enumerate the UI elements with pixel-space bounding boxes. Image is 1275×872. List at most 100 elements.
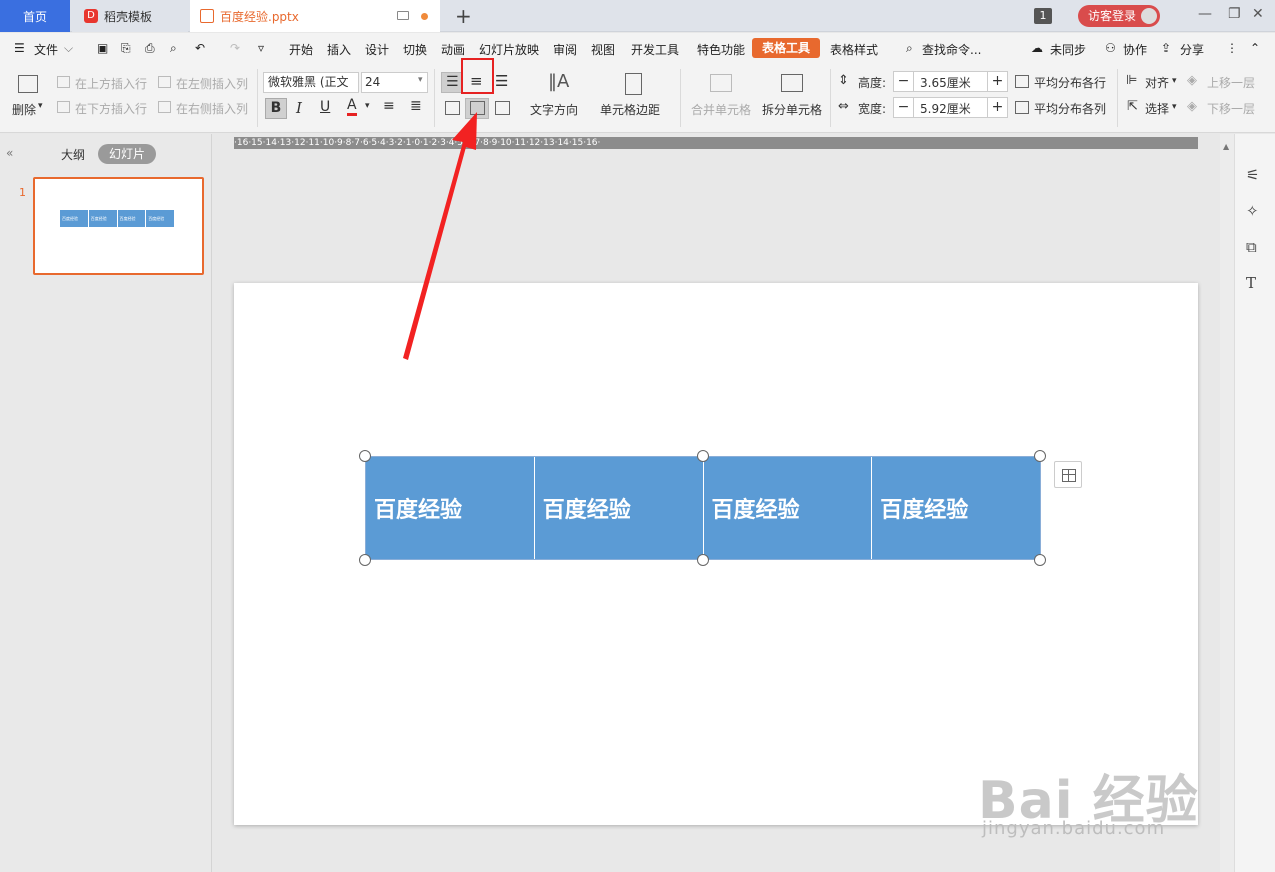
slide-thumbnail[interactable]: 百度经验 百度经验 百度经验 百度经验	[33, 177, 204, 275]
menu-developer[interactable]: 开发工具	[631, 41, 679, 58]
shape-icon[interactable]: ⧉	[1246, 238, 1257, 256]
search-command[interactable]: 查找命令...	[922, 41, 981, 58]
line-spacing-icon[interactable]: ≡	[383, 98, 395, 114]
width-value[interactable]: 5.92厘米	[920, 100, 971, 117]
select-dropdown-icon[interactable]: ▾	[1172, 102, 1177, 112]
menu-special[interactable]: 特色功能	[697, 41, 745, 58]
width-decrease-button[interactable]: −	[894, 98, 914, 117]
save-icon[interactable]: ▣	[97, 41, 108, 55]
collab-button[interactable]: 协作	[1123, 41, 1147, 58]
table-cell[interactable]: 百度经验	[703, 457, 873, 559]
cell-margin-button[interactable]: 单元格边距	[600, 101, 660, 118]
menu-review[interactable]: 审阅	[553, 41, 577, 58]
menu-design[interactable]: 设计	[365, 41, 389, 58]
font-color-dropdown-icon[interactable]: ▾	[365, 101, 370, 111]
collapse-ribbon-icon[interactable]: ⌃	[1250, 41, 1260, 55]
height-value[interactable]: 3.65厘米	[920, 74, 971, 91]
menu-table-tools[interactable]: 表格工具	[752, 38, 820, 58]
more-icon[interactable]: ⋮	[1226, 41, 1238, 55]
align-button[interactable]: 对齐	[1145, 74, 1169, 91]
split-cells-button[interactable]: 拆分单元格	[762, 101, 822, 118]
animation-icon[interactable]: ✧	[1246, 202, 1259, 220]
restore-button[interactable]: ❐	[1228, 6, 1241, 22]
width-increase-button[interactable]: +	[987, 98, 1007, 117]
search-icon[interactable]: ⌕	[906, 41, 913, 56]
tab-outline[interactable]: 大纲	[61, 146, 85, 163]
width-stepper[interactable]: − 5.92厘米 +	[893, 97, 1008, 118]
select-button[interactable]: 选择	[1145, 100, 1169, 117]
height-stepper[interactable]: − 3.65厘米 +	[893, 71, 1008, 92]
share-button[interactable]: 分享	[1180, 41, 1204, 58]
minimize-button[interactable]: —	[1198, 6, 1212, 22]
guest-login-button[interactable]: 访客登录	[1078, 5, 1160, 27]
align-left-button[interactable]: ☰	[441, 72, 463, 93]
valign-bottom-button[interactable]	[495, 101, 510, 115]
align-right-button[interactable]: ☰	[495, 72, 508, 90]
bold-button[interactable]: B	[265, 98, 287, 119]
bring-forward-button[interactable]: 上移一层	[1207, 74, 1255, 91]
text-icon[interactable]: T	[1246, 274, 1256, 292]
vertical-scrollbar[interactable]: ▲	[1220, 134, 1234, 872]
table-cell[interactable]: 百度经验	[534, 457, 704, 559]
slide-table[interactable]: 百度经验 百度经验 百度经验 百度经验	[365, 456, 1041, 560]
delete-button[interactable]: 删除	[12, 101, 36, 118]
italic-button[interactable]: I	[296, 99, 302, 117]
font-size-dropdown-icon[interactable]: ▾	[418, 75, 423, 85]
menu-insert[interactable]: 插入	[327, 41, 351, 58]
valign-top-button[interactable]	[445, 101, 460, 115]
share-link-icon[interactable]: ⎘	[121, 41, 131, 56]
scroll-up-icon[interactable]: ▲	[1223, 142, 1229, 151]
distribute-rows-button[interactable]: 平均分布各行	[1034, 74, 1106, 91]
menu-view[interactable]: 视图	[591, 41, 615, 58]
paragraph-spacing-icon[interactable]: ≣	[410, 98, 422, 114]
tab-docer-templates[interactable]: D 稻壳模板	[72, 0, 188, 32]
delete-table-icon[interactable]	[18, 75, 38, 93]
customize-toolbar-icon[interactable]: ▿	[258, 41, 264, 55]
window-count-badge[interactable]: 1	[1034, 8, 1052, 24]
menu-animation[interactable]: 动画	[441, 41, 465, 58]
table-quick-action-icon[interactable]	[1054, 461, 1082, 488]
font-color-button[interactable]: A	[347, 98, 357, 116]
sync-status[interactable]: 未同步	[1050, 41, 1086, 58]
height-decrease-button[interactable]: −	[894, 72, 914, 91]
undo-icon[interactable]: ↶	[195, 41, 205, 55]
chevron-down-icon[interactable]: ⌵	[64, 41, 73, 56]
close-button[interactable]: ✕	[1252, 6, 1264, 22]
properties-icon[interactable]: ⚟	[1246, 166, 1259, 184]
resize-handle[interactable]	[697, 450, 709, 462]
text-direction-button[interactable]: 文字方向	[530, 101, 578, 118]
insert-col-right-button[interactable]: 在右侧插入列	[176, 100, 248, 117]
align-dropdown-icon[interactable]: ▾	[1172, 76, 1177, 86]
resize-handle[interactable]	[359, 554, 371, 566]
print-icon[interactable]: ⎙	[145, 41, 155, 56]
insert-row-below-button[interactable]: 在下方插入行	[75, 100, 147, 117]
hamburger-icon[interactable]: ☰	[14, 41, 25, 55]
insert-row-above-button[interactable]: 在上方插入行	[75, 75, 147, 92]
table-cell[interactable]: 百度经验	[366, 457, 535, 559]
resize-handle[interactable]	[359, 450, 371, 462]
monitor-icon[interactable]	[397, 11, 409, 20]
redo-icon[interactable]: ↷	[230, 41, 240, 55]
insert-col-left-button[interactable]: 在左侧插入列	[176, 75, 248, 92]
menu-start[interactable]: 开始	[289, 41, 313, 58]
table-cell[interactable]: 百度经验	[872, 457, 1040, 559]
resize-handle[interactable]	[1034, 450, 1046, 462]
new-tab-button[interactable]: +	[455, 4, 472, 28]
menu-transition[interactable]: 切换	[403, 41, 427, 58]
font-name-select[interactable]: 微软雅黑 (正文	[263, 72, 359, 93]
height-increase-button[interactable]: +	[987, 72, 1007, 91]
tab-home[interactable]: 首页	[0, 0, 70, 32]
tab-slides[interactable]: 幻灯片	[98, 144, 156, 164]
merge-cells-button[interactable]: 合并单元格	[691, 101, 751, 118]
delete-dropdown-icon[interactable]: ▾	[38, 101, 43, 111]
menu-table-style[interactable]: 表格样式	[830, 41, 878, 58]
resize-handle[interactable]	[697, 554, 709, 566]
valign-middle-button[interactable]	[465, 98, 489, 119]
resize-handle[interactable]	[1034, 554, 1046, 566]
distribute-cols-button[interactable]: 平均分布各列	[1034, 100, 1106, 117]
menu-slideshow[interactable]: 幻灯片放映	[479, 41, 539, 58]
menu-file[interactable]: 文件	[34, 41, 58, 58]
send-backward-button[interactable]: 下移一层	[1207, 100, 1255, 117]
tab-document[interactable]: 百度经验.pptx	[190, 0, 440, 32]
collapse-panel-icon[interactable]: «	[6, 146, 13, 160]
